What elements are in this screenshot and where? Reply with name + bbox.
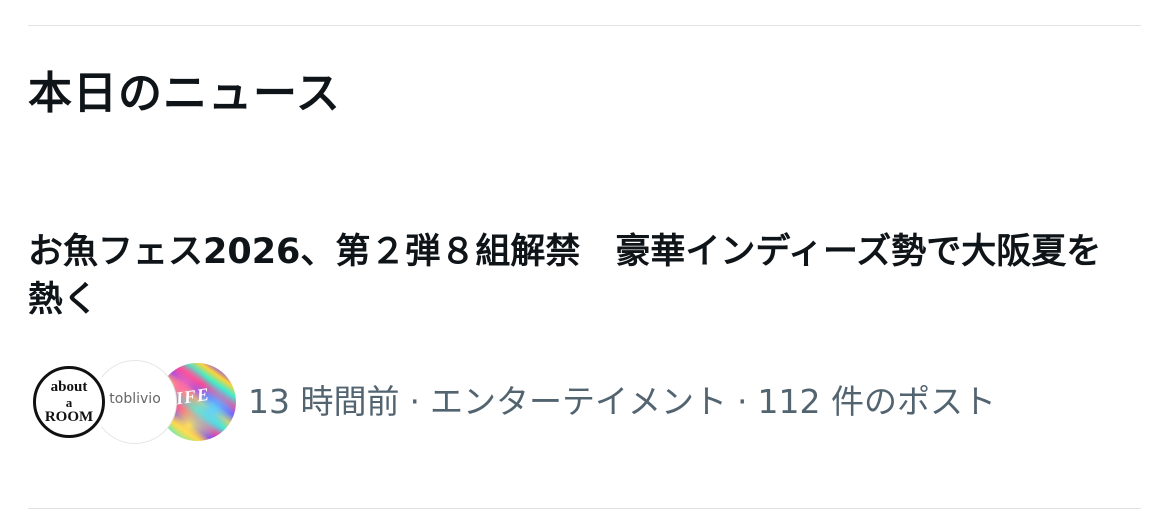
bottom-divider (28, 508, 1141, 509)
avatar-logo-ring: about a ROOM (33, 366, 105, 438)
meta-separator: · (409, 382, 420, 421)
avatar-logo-text: stoblivio (102, 391, 161, 407)
news-category: エンターテイメント (429, 382, 727, 421)
news-headline[interactable]: お魚フェス2026、第２弾８組解禁 豪華インディーズ勢で大阪夏を熱く (28, 228, 1128, 324)
news-meta-text: 13 時間前 · エンターテイメント · 112 件のポスト (248, 382, 996, 422)
news-item[interactable]: お魚フェス2026、第２弾８組解禁 豪華インディーズ勢で大阪夏を熱く LIFE … (0, 222, 1169, 462)
avatar-logo-line: about (50, 378, 88, 395)
avatar-stack: LIFE stoblivio about a ROOM (28, 361, 238, 443)
section-title: 本日のニュース (28, 68, 341, 119)
meta-separator: · (736, 382, 748, 421)
news-meta-row: LIFE stoblivio about a ROOM 13 時間前 · エンターテ… (28, 360, 996, 444)
avatar-logo-line: ROOM (44, 408, 94, 425)
avatar-logo-line: a (65, 394, 73, 410)
post-count: 112 件のポスト (757, 382, 996, 421)
about-a-room-avatar: about a ROOM (28, 361, 110, 443)
time-ago: 13 時間前 (248, 382, 400, 421)
top-divider (28, 25, 1141, 26)
